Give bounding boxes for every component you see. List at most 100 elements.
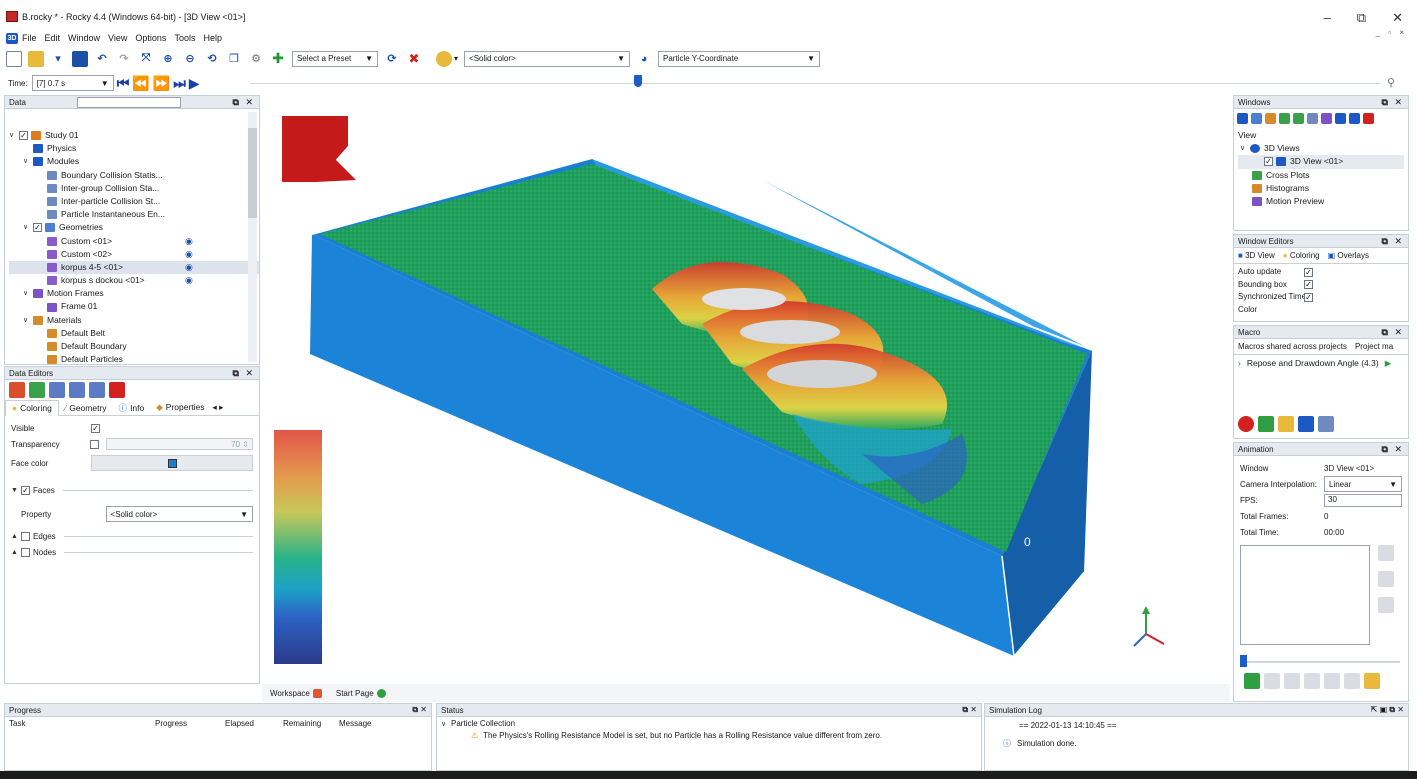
- panel-float-close-icon[interactable]: ⧉ ✕: [233, 368, 255, 379]
- tab-3d-view[interactable]: ■ 3D View: [1234, 251, 1279, 260]
- menu-help[interactable]: Help: [203, 33, 222, 43]
- tree-scrollbar[interactable]: [248, 112, 257, 362]
- settings-icon[interactable]: ⚙: [248, 51, 264, 67]
- tab-workspace[interactable]: Workspace: [270, 688, 322, 698]
- tree-item[interactable]: korpus 4-5 <01> ◉: [9, 260, 259, 275]
- rotate-icon[interactable]: ⟲: [204, 51, 220, 67]
- panel-float-close-icon[interactable]: ⧉ ✕: [1382, 327, 1404, 338]
- tab-project-macros[interactable]: Project ma: [1351, 342, 1397, 351]
- faces-checkbox[interactable]: ✓: [21, 485, 30, 495]
- tool-icon[interactable]: [1321, 112, 1332, 124]
- visibility-eye-icon[interactable]: ◉: [185, 274, 193, 287]
- panel-float-close-icon[interactable]: ⧉ ✕: [233, 97, 255, 108]
- keyframe-list[interactable]: [1240, 545, 1370, 645]
- add-preset-icon[interactable]: ✚: [270, 50, 286, 67]
- new-file-icon[interactable]: [6, 50, 22, 67]
- refresh-icon[interactable]: [1298, 416, 1314, 432]
- log-toolbar-icons[interactable]: ⇱ ▣ ⧉ ✕: [1371, 705, 1404, 715]
- save-disk-icon[interactable]: [72, 50, 88, 67]
- tree-item-3d-views[interactable]: ∨ 3D Views: [1238, 142, 1404, 155]
- tool-icon[interactable]: [1304, 673, 1320, 689]
- tree-item[interactable]: Custom <02> ◉: [9, 248, 259, 261]
- close-button[interactable]: ✕: [1392, 10, 1403, 26]
- first-frame-icon[interactable]: ⏮: [117, 75, 130, 92]
- visibility-eye-icon[interactable]: ◉: [185, 235, 193, 248]
- export-icon[interactable]: [1364, 673, 1380, 689]
- tab-overlays[interactable]: ▣ Overlays: [1324, 251, 1373, 260]
- camera-icon[interactable]: [1284, 673, 1300, 689]
- mdi-controls[interactable]: _ ▫ ×: [1376, 28, 1407, 37]
- tool-icon[interactable]: [1335, 112, 1346, 124]
- tree-item[interactable]: Frame 01: [9, 300, 259, 313]
- panel-float-close-icon[interactable]: ⧉ ✕: [962, 705, 977, 715]
- panel-float-close-icon[interactable]: ⧉ ✕: [1382, 236, 1404, 247]
- save-icon[interactable]: ▾: [50, 51, 66, 67]
- record-icon[interactable]: [1238, 416, 1254, 432]
- tool-icon[interactable]: [69, 382, 85, 398]
- tree-item[interactable]: ∨ Materials: [9, 314, 259, 327]
- 3d-scene[interactable]: 0: [262, 94, 1230, 684]
- preset-select[interactable]: Select a Preset ▼: [292, 50, 378, 67]
- color-property-select[interactable]: Particle Y-Coordinate ▼: [658, 50, 821, 67]
- step-forward-icon[interactable]: ⏩: [153, 75, 170, 92]
- play-icon[interactable]: ▶: [189, 75, 200, 92]
- tree-item-cross-plots[interactable]: Cross Plots: [1238, 169, 1404, 182]
- tree-item[interactable]: Physics: [9, 142, 259, 155]
- play-animation-icon[interactable]: [1324, 673, 1340, 689]
- tree-item[interactable]: Default Boundary: [9, 340, 259, 353]
- palette-icon[interactable]: [436, 50, 452, 67]
- color-drop-icon[interactable]: ◕: [636, 51, 652, 67]
- property-select[interactable]: <Solid color> ▼: [105, 506, 253, 522]
- expand-caret-icon[interactable]: ∨: [23, 221, 33, 234]
- panel-float-close-icon[interactable]: ⧉ ✕: [1382, 444, 1404, 455]
- undo-icon[interactable]: ↶: [94, 51, 110, 67]
- tree-item[interactable]: ∨ ✓ Study 01: [9, 129, 259, 142]
- tree-item[interactable]: ∨ Motion Frames: [9, 287, 259, 300]
- tree-item[interactable]: Inter-particle Collision St...: [9, 195, 259, 208]
- tree-item[interactable]: Boundary Collision Statis...: [9, 169, 259, 182]
- expand-caret-icon[interactable]: ∨: [9, 129, 19, 142]
- status-group[interactable]: ∨ Particle Collection: [441, 719, 977, 728]
- animation-slider-thumb[interactable]: [1240, 655, 1247, 667]
- synchronized-time-checkbox[interactable]: ✓: [1304, 292, 1313, 302]
- visibility-eye-icon[interactable]: ◉: [185, 261, 193, 274]
- transparency-spinbox[interactable]: 70 ⇳: [106, 438, 253, 450]
- menu-file[interactable]: File: [22, 33, 37, 43]
- tab-coloring[interactable]: ● Coloring: [1279, 251, 1324, 260]
- stop-icon[interactable]: [1344, 673, 1360, 689]
- tree-item[interactable]: Custom <01> ◉: [9, 235, 259, 248]
- tool-icon[interactable]: [89, 382, 105, 398]
- step-back-icon[interactable]: ⏪: [132, 75, 149, 92]
- folder-icon[interactable]: [1278, 416, 1294, 432]
- tool-icon[interactable]: [1265, 112, 1276, 124]
- panel-float-close-icon[interactable]: ⧉ ✕: [1382, 97, 1404, 108]
- tool-icon[interactable]: [1237, 112, 1248, 124]
- remove-keyframe-icon[interactable]: [1264, 673, 1280, 689]
- menu-window[interactable]: Window: [68, 33, 100, 43]
- menu-view[interactable]: View: [108, 33, 127, 43]
- tree-item[interactable]: ∨ ✓ Geometries: [9, 221, 259, 234]
- expand-caret-icon[interactable]: ∨: [23, 314, 33, 327]
- last-frame-icon[interactable]: ⏭: [173, 75, 186, 92]
- open-folder-icon[interactable]: [28, 50, 44, 67]
- tool-icon[interactable]: [29, 382, 45, 398]
- transparency-checkbox[interactable]: [90, 439, 100, 449]
- expand-caret-icon[interactable]: ∨: [23, 287, 33, 300]
- visible-checkbox[interactable]: ✓: [91, 423, 100, 433]
- tab-shared-macros[interactable]: Macros shared across projects: [1234, 342, 1351, 351]
- run-icon[interactable]: [1258, 416, 1274, 432]
- color-mode-select[interactable]: <Solid color> ▼: [464, 50, 631, 67]
- add-tab-icon[interactable]: [376, 688, 386, 698]
- close-tab-icon[interactable]: [312, 688, 322, 698]
- fps-input[interactable]: 30: [1324, 493, 1402, 507]
- edges-checkbox[interactable]: [21, 531, 30, 541]
- expand-caret-icon[interactable]: ∨: [23, 155, 33, 168]
- move-up-icon[interactable]: [1378, 545, 1394, 561]
- delete-icon[interactable]: [1363, 112, 1374, 124]
- tree-item[interactable]: korpus s dockou <01> ◉: [9, 274, 259, 287]
- menu-edit[interactable]: Edit: [45, 33, 61, 43]
- timeline-thumb[interactable]: [634, 75, 642, 87]
- tabs-scroll-icon[interactable]: ◂ ▸: [213, 402, 224, 413]
- auto-update-checkbox[interactable]: ✓: [1304, 267, 1313, 277]
- delete-icon[interactable]: ✖: [406, 51, 422, 67]
